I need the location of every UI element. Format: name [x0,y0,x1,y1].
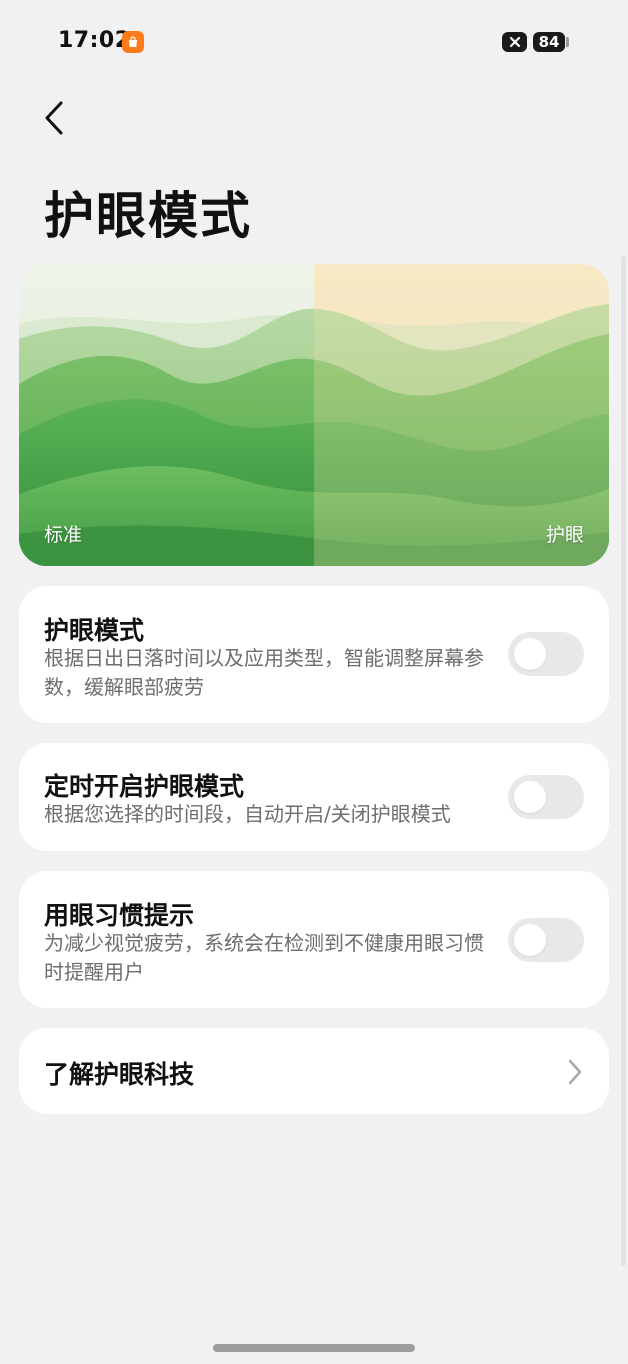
scheduled-eye-comfort-description: 根据您选择的时间段，自动开启/关闭护眼模式 [44,802,451,826]
learn-eye-comfort-tech-row[interactable]: 了解护眼科技 [19,1028,609,1114]
eye-habit-reminder-card: 用眼习惯提示 为减少视觉疲劳，系统会在检测到不健康用眼习惯时提醒用户 [19,871,609,1008]
status-bar: 17:02 84 [0,0,628,84]
eye-habit-reminder-description: 为减少视觉疲劳，系统会在检测到不健康用眼习惯时提醒用户 [44,931,484,984]
status-time: 17:02 [58,28,131,53]
eye-habit-reminder-toggle[interactable] [508,918,584,962]
battery-indicator: 84 [533,32,565,52]
back-button[interactable] [34,98,74,138]
battery-nub [566,37,569,47]
eye-comfort-mode-title: 护眼模式 [44,616,145,645]
eye-comfort-mode-card: 护眼模式 根据日出日落时间以及应用类型，智能调整屏幕参数，缓解眼部疲劳 [19,586,609,723]
close-icon [502,32,527,52]
toggle-knob [514,638,546,670]
toggle-knob [514,781,546,813]
orange-shopping-bag-icon [122,31,144,53]
home-indicator[interactable] [213,1344,415,1352]
eye-habit-reminder-title: 用眼习惯提示 [44,901,195,930]
scheduled-eye-comfort-toggle[interactable] [508,775,584,819]
preview-label-standard: 标准 [44,524,83,546]
learn-eye-comfort-tech-label: 了解护眼科技 [44,1060,195,1089]
chevron-right-icon [568,1059,582,1085]
preview-label-eye-comfort: 护眼 [545,524,584,546]
scrollbar[interactable] [621,256,626,1266]
toggle-knob [514,924,546,956]
eye-comfort-preview-image [19,264,609,566]
scheduled-eye-comfort-title: 定时开启护眼模式 [44,772,245,801]
eye-comfort-mode-description: 根据日出日落时间以及应用类型，智能调整屏幕参数，缓解眼部疲劳 [44,646,484,699]
scheduled-eye-comfort-card: 定时开启护眼模式 根据您选择的时间段，自动开启/关闭护眼模式 [19,743,609,851]
chevron-left-icon [45,101,63,135]
page-title: 护眼模式 [44,187,252,245]
eye-comfort-mode-toggle[interactable] [508,632,584,676]
